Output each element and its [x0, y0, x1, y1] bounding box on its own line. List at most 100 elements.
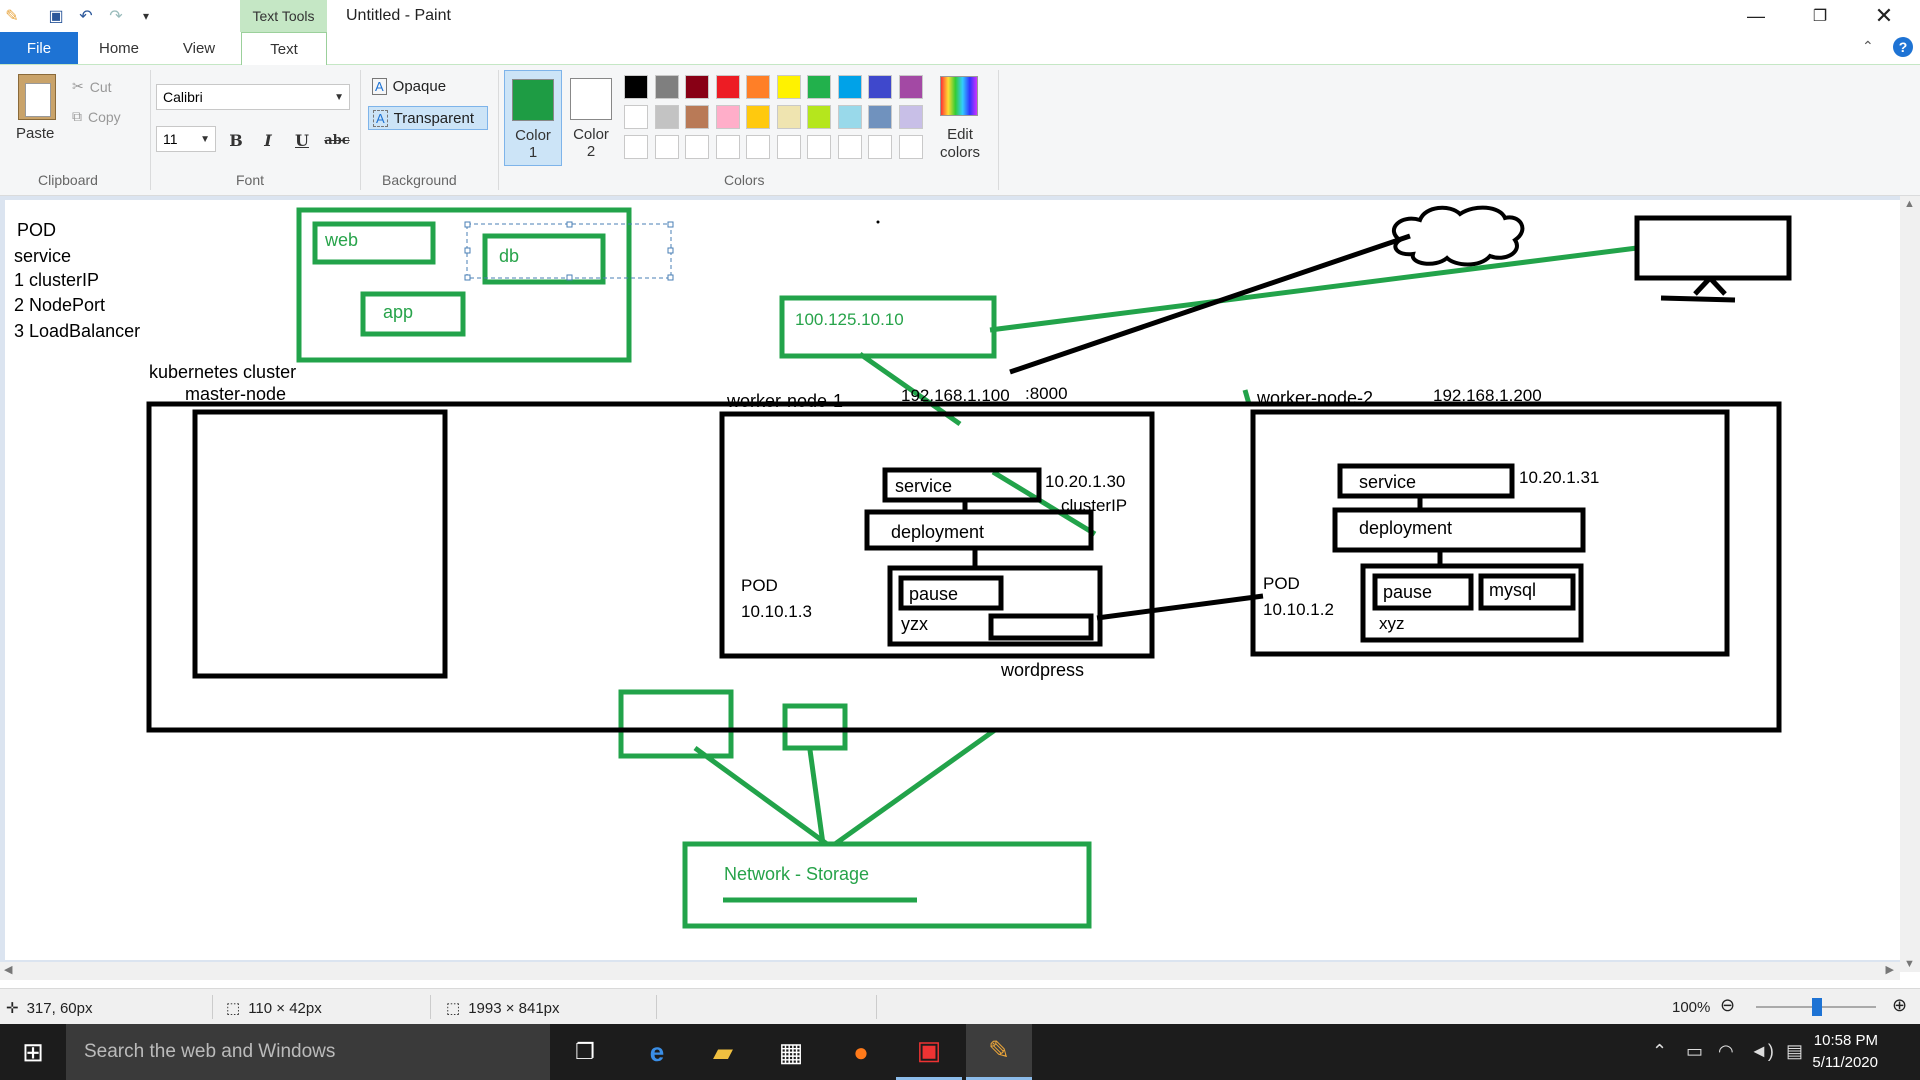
bold-button[interactable]: B	[224, 128, 248, 152]
palette-swatch[interactable]	[776, 105, 801, 129]
taskbar-search-box[interactable]: Search the web and Windows	[66, 1024, 550, 1080]
firefox-icon[interactable]: ●	[828, 1024, 894, 1080]
scroll-down-icon[interactable]: ▼	[1904, 958, 1915, 970]
edit-colors-button[interactable]: Edit colors	[934, 126, 986, 162]
file-explorer-icon[interactable]: ▰	[690, 1024, 756, 1080]
font-family-select[interactable]: Calibri ▼	[156, 84, 350, 110]
cut-button[interactable]: ✂ Cut	[72, 78, 112, 95]
palette-swatch[interactable]	[654, 75, 679, 99]
zoom-slider-thumb[interactable]	[1812, 998, 1822, 1016]
save-icon[interactable]: ▣	[46, 6, 66, 26]
palette-swatch[interactable]	[776, 75, 801, 99]
font-size-select[interactable]: 11 ▼	[156, 126, 216, 152]
status-bar: ✛ 317, 60px ⬚ 110 × 42px ⬚ 1993 × 841px …	[0, 988, 1920, 1025]
palette-swatch[interactable]	[715, 75, 740, 99]
help-icon[interactable]: ?	[1893, 37, 1913, 57]
italic-button[interactable]: I	[256, 128, 280, 152]
palette-swatch[interactable]	[746, 75, 770, 99]
horizontal-scrollbar[interactable]: ◀ ▶	[0, 962, 1900, 980]
palette-swatch[interactable]	[685, 75, 709, 99]
left-storage-box	[618, 689, 734, 759]
palette-swatch[interactable]	[654, 135, 679, 159]
w1-service-ip: 10.20.1.30	[1045, 472, 1126, 491]
palette-swatch[interactable]	[868, 135, 892, 159]
w2-container-label: xyz	[1379, 614, 1405, 633]
opaque-option[interactable]: A Opaque	[368, 74, 488, 98]
palette-swatch[interactable]	[837, 75, 862, 99]
opaque-icon: A	[372, 77, 387, 95]
palette-swatch[interactable]	[898, 105, 923, 129]
scroll-up-icon[interactable]: ▲	[1904, 198, 1915, 210]
ribbon-separator	[360, 70, 361, 190]
edit-colors-icon[interactable]	[940, 76, 978, 116]
store-icon[interactable]: ▦	[758, 1024, 824, 1080]
paste-icon[interactable]	[18, 74, 56, 120]
palette-swatch[interactable]	[715, 105, 740, 129]
tab-home[interactable]: Home	[78, 32, 160, 64]
palette-swatch[interactable]	[776, 135, 801, 159]
action-center-icon[interactable]: ▤	[1786, 1041, 1803, 1062]
collapse-ribbon-icon[interactable]: ⌃	[1862, 38, 1874, 55]
volume-icon[interactable]: ◄)	[1750, 1041, 1774, 1062]
vertical-scrollbar[interactable]: ▲ ▼	[1900, 196, 1920, 972]
palette-swatch[interactable]	[746, 105, 770, 129]
color1-button[interactable]: Color 1	[504, 70, 562, 166]
zoom-in-icon[interactable]: ⊕	[1892, 995, 1907, 1016]
undo-icon[interactable]: ↶	[76, 6, 96, 26]
underline-button[interactable]: U	[290, 128, 314, 152]
windows-start-icon[interactable]: ⊞	[0, 1024, 66, 1080]
palette-swatch[interactable]	[898, 135, 923, 159]
cursor-position: ✛ 317, 60px	[6, 999, 92, 1018]
palette-swatch[interactable]	[685, 135, 709, 159]
paint-taskbar-icon[interactable]: ✎	[966, 1024, 1032, 1080]
palette-swatch[interactable]	[868, 75, 892, 99]
minimize-icon[interactable]: —	[1728, 0, 1784, 32]
zoom-out-icon[interactable]: ⊖	[1720, 995, 1735, 1016]
palette-swatch[interactable]	[624, 105, 648, 129]
palette-swatch[interactable]	[715, 135, 740, 159]
close-icon[interactable]: ✕	[1856, 0, 1912, 32]
palette-swatch[interactable]	[837, 135, 862, 159]
paint-app-icon[interactable]: ✎	[2, 6, 22, 26]
w1-service-type: clusterIP	[1061, 496, 1128, 515]
palette-swatch[interactable]	[624, 75, 648, 99]
w2-mysql-label: mysql	[1489, 580, 1537, 600]
tab-file[interactable]: File	[0, 32, 78, 64]
taskbar-clock[interactable]: 10:58 PM 5/11/2020	[1812, 1030, 1878, 1074]
palette-swatch[interactable]	[837, 105, 862, 129]
palette-swatch[interactable]	[807, 105, 831, 129]
w1-deployment-label: deployment	[891, 522, 985, 542]
paste-button-label[interactable]: Paste	[16, 125, 54, 142]
palette-swatch[interactable]	[807, 75, 831, 99]
master-node-box	[192, 409, 448, 679]
tab-view[interactable]: View	[160, 32, 238, 64]
monitor-screen	[1634, 215, 1792, 281]
palette-swatch[interactable]	[868, 105, 892, 129]
palette-swatch[interactable]	[654, 105, 679, 129]
strikethrough-button[interactable]: abc	[322, 128, 352, 152]
drawing-canvas[interactable]: POD service 1 clusterIP 2 NodePort 3 Loa…	[5, 200, 1900, 960]
customize-quick-access-icon[interactable]: ▾	[136, 6, 156, 26]
restore-icon[interactable]: ❐	[1792, 0, 1848, 32]
color2-button[interactable]: Color 2	[562, 70, 620, 166]
palette-swatch[interactable]	[898, 75, 923, 99]
image-size: ⬚ 1993 × 841px	[446, 999, 560, 1018]
redo-icon[interactable]: ↷	[106, 6, 126, 26]
wifi-icon[interactable]: ◠	[1718, 1041, 1734, 1062]
copy-button[interactable]: ⧉ Copy	[72, 108, 121, 125]
transparent-label: Transparent	[393, 109, 474, 127]
show-hidden-icons-icon[interactable]: ⌃	[1652, 1041, 1667, 1062]
palette-swatch[interactable]	[746, 135, 770, 159]
battery-icon[interactable]: ▭	[1686, 1041, 1703, 1062]
transparent-option[interactable]: A Transparent	[368, 106, 488, 130]
task-view-icon[interactable]: ❐	[552, 1024, 618, 1080]
edge-icon[interactable]: e	[624, 1024, 690, 1080]
scroll-left-icon[interactable]: ◀	[4, 963, 12, 976]
palette-swatch[interactable]	[807, 135, 831, 159]
scroll-right-icon[interactable]: ▶	[1886, 963, 1894, 976]
tab-text[interactable]: Text	[241, 32, 327, 66]
palette-swatch[interactable]	[624, 135, 648, 159]
palette-swatch[interactable]	[685, 105, 709, 129]
media-app-icon[interactable]: ▣	[896, 1024, 962, 1080]
cluster-label: kubernetes cluster	[149, 362, 297, 382]
